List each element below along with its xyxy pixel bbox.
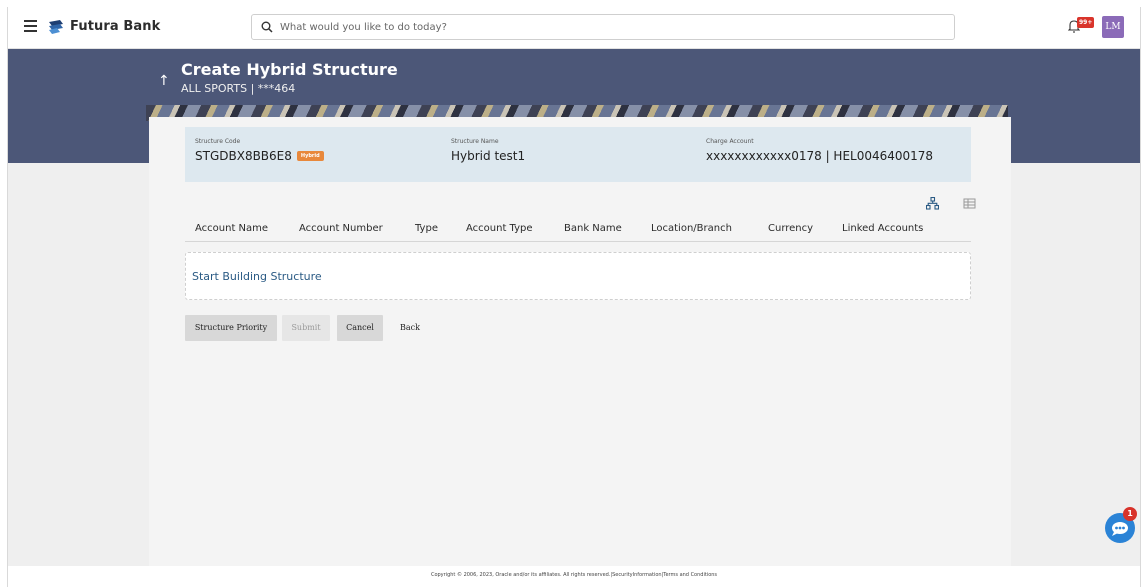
notification-badge: 99+ [1077,17,1095,28]
menu-icon[interactable] [24,20,37,32]
structure-code-block: Structure Code STGDBX8BB6E8 Hybrid [195,138,324,163]
structure-card: Structure Code STGDBX8BB6E8 Hybrid Struc… [149,117,1011,587]
brand-logo[interactable]: Futura Bank [48,19,160,34]
tree-view-icon[interactable] [926,197,939,210]
search-bar[interactable] [251,14,955,40]
submit-button[interactable]: Submit [282,315,330,341]
back-arrow-icon[interactable]: ↑ [158,73,170,89]
structure-name: Hybrid test1 [451,149,526,163]
page-title: Create Hybrid Structure [181,60,398,79]
column-header: Linked Accounts [842,223,924,234]
footer: Copyright © 2006, 2023, Oracle and/or it… [8,566,1140,587]
structure-code: STGDBX8BB6E8 [195,149,292,163]
column-header: Bank Name [564,223,622,234]
cancel-button[interactable]: Cancel [337,315,383,341]
table-view-icon[interactable] [963,197,976,210]
chat-widget[interactable]: 1 [1105,507,1140,543]
column-header: Currency [768,223,814,234]
charge-account-block: Charge Account xxxxxxxxxxxx0178 | HEL004… [706,138,933,163]
table-header: Account Name Account Number Type Account… [185,217,971,242]
page-subtitle: ALL SPORTS | ***464 [181,82,296,95]
column-header: Type [415,223,438,234]
start-building-link[interactable]: Start Building Structure [192,270,322,283]
app-frame: Futura Bank 99+ LM ↑ Create Hybrid Struc… [7,7,1141,587]
charge-account-label: Charge Account [706,138,754,145]
brand-name: Futura Bank [70,19,161,34]
structure-priority-button[interactable]: Structure Priority [185,315,277,341]
avatar[interactable]: LM [1102,16,1124,38]
empty-structure-row: Start Building Structure [185,252,971,300]
search-input[interactable] [280,21,930,33]
bank-logo-icon [49,19,63,34]
chat-badge: 1 [1123,507,1137,521]
structure-info: Structure Code STGDBX8BB6E8 Hybrid Struc… [185,127,971,182]
structure-name-block: Structure Name Hybrid test1 [451,138,525,163]
charge-account: xxxxxxxxxxxx0178 | HEL0046400178 [706,149,934,163]
column-header: Account Number [299,223,383,234]
top-bar: Futura Bank 99+ LM [8,7,1140,49]
column-header: Account Type [466,223,533,234]
structure-code-row: STGDBX8BB6E8 Hybrid [195,149,324,163]
structure-code-label: Structure Code [195,138,241,145]
search-icon [261,21,273,33]
column-header: Location/Branch [651,223,732,234]
back-button[interactable]: Back [394,315,426,341]
hybrid-tag: Hybrid [296,151,324,161]
column-header: Account Name [195,223,269,234]
structure-name-label: Structure Name [451,138,499,145]
